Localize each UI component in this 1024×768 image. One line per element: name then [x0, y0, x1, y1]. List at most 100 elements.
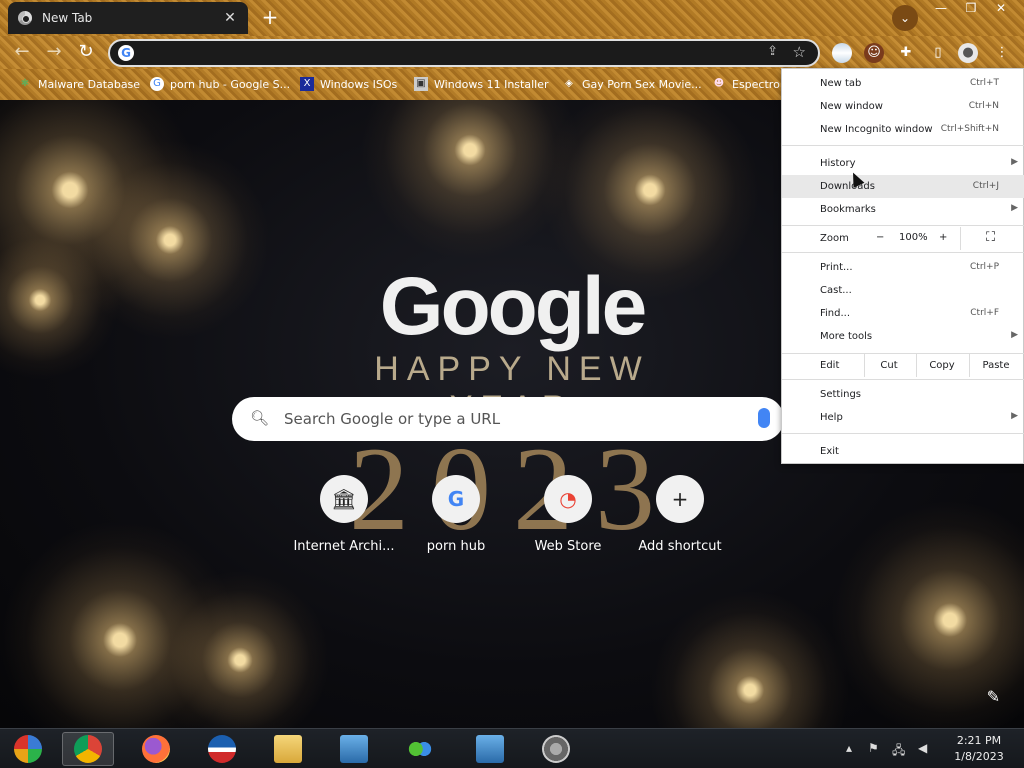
tab-title: New Tab [42, 11, 93, 25]
clock-time: 2:21 PM [956, 734, 1002, 747]
taskbar: ▴ ⚑ 🖧 ◀ 2:21 PM 1/8/2023 [0, 728, 1024, 768]
installer-icon [340, 735, 368, 763]
zoom-in-button[interactable]: + [939, 232, 947, 243]
bookmark-item[interactable]: ▣ Windows 11 Installer [414, 77, 549, 91]
menu-item-bookmarks[interactable]: Bookmarks ▶ [782, 198, 1024, 221]
chrome-icon [74, 735, 102, 763]
menu-divider [782, 252, 1024, 253]
omnibox[interactable]: G ⇪ ☆ [108, 39, 820, 67]
chrome-icon [18, 11, 32, 25]
shortcut-label: Add shortcut [638, 539, 722, 554]
menu-item-more-tools[interactable]: More tools ▶ [782, 325, 1024, 348]
taskbar-app[interactable] [196, 732, 248, 766]
face-icon: ☻ [713, 78, 725, 89]
microphone-icon[interactable] [758, 408, 770, 428]
shortcut-tile[interactable]: 🏛 Internet Archi... [288, 475, 400, 554]
taskbar-installer-2[interactable] [464, 732, 516, 766]
extension-avatar-icon[interactable]: ☺ [864, 43, 884, 63]
search-placeholder: Search Google or type a URL [284, 410, 501, 428]
action-center-flag-icon[interactable]: ⚑ [868, 741, 879, 755]
restore-button[interactable]: ❐ [956, 0, 986, 18]
taskbar-messenger[interactable] [394, 732, 446, 766]
bookmark-item[interactable]: ✱ Malware Database [18, 77, 140, 91]
menu-divider [782, 379, 1024, 380]
google-logo[interactable]: Google [372, 260, 652, 354]
taskbar-chrome[interactable] [62, 732, 114, 766]
share-icon[interactable]: ⇪ [767, 44, 778, 59]
tab-new-tab[interactable]: New Tab ✕ [8, 2, 248, 34]
submenu-arrow-icon: ▶ [1011, 411, 1018, 421]
submenu-arrow-icon: ▶ [1011, 203, 1018, 213]
shortcut-tile[interactable]: G porn hub [400, 475, 512, 554]
start-orb-icon [14, 735, 42, 763]
menu-divider [782, 433, 1024, 434]
chrome-menu: New tab Ctrl+T New window Ctrl+N New Incog… [781, 68, 1024, 464]
shortcut-tile[interactable]: ◔ Web Store [512, 475, 624, 554]
search-icon: 🔍︎ [250, 409, 270, 427]
menu-item-settings[interactable]: Settings [782, 383, 1024, 406]
firework-decoration [650, 590, 850, 728]
new-tab-button[interactable]: + [258, 6, 282, 30]
firefox-icon [142, 735, 170, 763]
start-button[interactable] [2, 732, 54, 766]
menu-item-history[interactable]: History ▶ [782, 152, 1024, 175]
paste-button[interactable]: Paste [970, 360, 1022, 371]
back-arrow-icon[interactable]: ← [10, 41, 34, 65]
menu-item-help[interactable]: Help ▶ [782, 406, 1024, 429]
menu-item-new-tab[interactable]: New tab Ctrl+T [782, 72, 1024, 95]
forward-arrow-icon[interactable]: → [42, 41, 66, 65]
taskbar-explorer[interactable] [262, 732, 314, 766]
cut-button[interactable]: Cut [863, 360, 915, 371]
customize-pencil-icon[interactable]: ✎ [987, 687, 1000, 706]
plus-icon: + [656, 475, 704, 523]
bug-icon: ✱ [20, 78, 30, 89]
menu-item-print[interactable]: Print... Ctrl+P [782, 256, 1024, 279]
campaign-logo-icon [208, 735, 236, 763]
shortcut-label: porn hub [426, 539, 486, 554]
installer-icon [476, 735, 504, 763]
close-window-button[interactable]: ✕ [986, 0, 1016, 18]
network-icon[interactable]: 🖧 [892, 741, 905, 762]
side-panel-icon[interactable]: ▯ [928, 43, 948, 63]
google-icon: G [118, 45, 134, 61]
menu-item-incognito[interactable]: New Incognito window Ctrl+Shift+N [782, 118, 1024, 141]
clock-date: 1/8/2023 [954, 750, 1004, 763]
bookmark-item[interactable]: Gporn hub - Google S... [150, 77, 290, 91]
zoom-out-button[interactable]: − [876, 232, 884, 243]
taskbar-firefox[interactable] [130, 732, 182, 766]
shortcut-tile[interactable]: + Add shortcut [624, 475, 736, 554]
taskbar-clock[interactable]: 2:21 PM 1/8/2023 [944, 733, 1014, 765]
reload-icon[interactable]: ↻ [74, 41, 98, 65]
fullscreen-icon[interactable]: ⛶ [986, 230, 995, 245]
bookmark-star-icon[interactable]: ☆ [793, 43, 806, 61]
people-icon [406, 735, 434, 763]
menu-item-new-window[interactable]: New window Ctrl+N [782, 95, 1024, 118]
menu-item-cast[interactable]: Cast... [782, 279, 1024, 302]
tab-close-icon[interactable]: ✕ [222, 10, 238, 26]
menu-edit-row: Edit Cut Copy Paste [782, 354, 1024, 377]
google-icon: G [150, 77, 164, 91]
show-hidden-icons-icon[interactable]: ▴ [846, 741, 852, 755]
bookmark-item[interactable]: ☻ Espectro [712, 77, 780, 91]
tab-search-chevron-icon[interactable]: ⌄ [892, 5, 918, 31]
volume-icon[interactable]: ◀ [918, 741, 927, 755]
menu-kebab-icon[interactable]: ⋮ [992, 43, 1012, 63]
menu-divider [782, 225, 1024, 226]
extension-flag-icon[interactable] [832, 43, 852, 63]
menu-item-downloads[interactable]: Downloads Ctrl+J [782, 175, 1024, 198]
minimize-button[interactable]: — [926, 0, 956, 18]
shortcut-label: Web Store [534, 539, 602, 554]
menu-zoom-row: Zoom − 100% + ⛶ [782, 227, 1024, 250]
copy-button[interactable]: Copy [916, 360, 968, 371]
search-box[interactable]: 🔍︎ Search Google or type a URL [232, 397, 784, 441]
bookmark-item[interactable]: X Windows ISOs [300, 77, 397, 91]
bookmark-item[interactable]: ◈ Gay Porn Sex Movie... [562, 77, 702, 91]
taskbar-speaker[interactable] [530, 732, 582, 766]
submenu-arrow-icon: ▶ [1011, 157, 1018, 167]
google-icon: G [432, 475, 480, 523]
taskbar-installer[interactable] [328, 732, 380, 766]
extensions-puzzle-icon[interactable]: ✚ [896, 43, 916, 63]
menu-item-exit[interactable]: Exit [782, 440, 1024, 463]
profile-icon[interactable]: ● [958, 43, 978, 63]
menu-item-find[interactable]: Find... Ctrl+F [782, 302, 1024, 325]
